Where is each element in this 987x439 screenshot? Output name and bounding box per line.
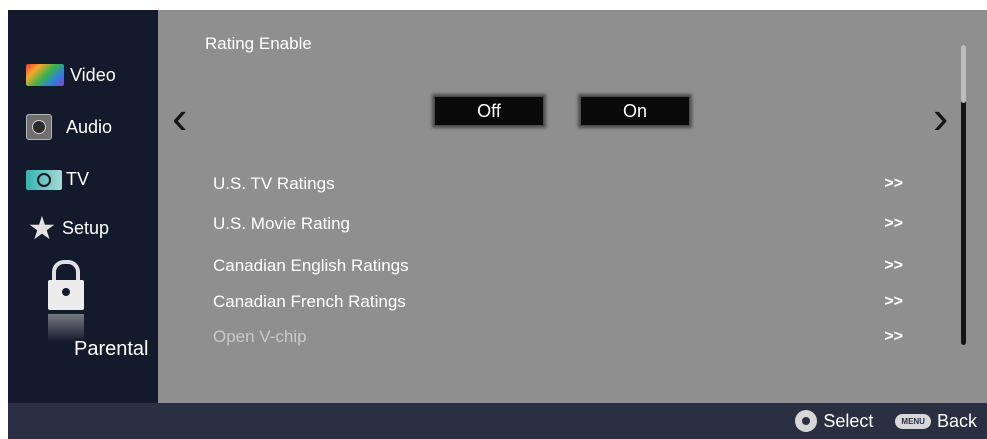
sidebar-item-label: Setup [62,217,110,238]
list-item-label: U.S. Movie Rating [213,214,350,233]
footer-hints: Select MENU Back [795,403,977,439]
right-arrow-icon[interactable]: › [933,94,948,140]
sidebar-item-label: Parental [74,338,149,361]
list-item-us-movie-rating[interactable]: U.S. Movie Rating >> [213,211,903,237]
select-dpad-icon [795,410,818,432]
list-item-label: U.S. TV Ratings [213,174,335,193]
list-item-label: Canadian English Ratings [213,256,409,275]
list-item-label: Canadian French Ratings [213,292,406,311]
sidebar-item-video[interactable]: Video [26,64,116,86]
sidebar: Video Audio TV ★ Setup Parental [8,10,158,403]
lock-body [48,280,84,310]
tv-icon [26,169,62,190]
double-chevron-icon: >> [884,175,903,192]
double-chevron-icon: >> [884,257,903,274]
list-item-us-tv-ratings[interactable]: U.S. TV Ratings >> [213,171,903,197]
video-icon [26,64,64,86]
select-hint: Select [823,410,874,431]
tv-menu-frame: Video Audio TV ★ Setup Parental Rating E… [8,10,987,439]
sidebar-item-parental[interactable]: Parental [48,260,158,370]
footer-bar: Select MENU Back [8,403,987,439]
lock-icon [52,260,80,282]
parental-panel: Rating Enable ‹ › Off On U.S. TV Ratings… [158,10,987,403]
off-button[interactable]: Off [434,96,544,126]
list-item-canadian-french-ratings[interactable]: Canadian French Ratings >> [213,289,903,315]
sidebar-item-setup[interactable]: ★ Setup [26,212,109,244]
sidebar-item-label: TV [66,169,90,189]
list-item-canadian-english-ratings[interactable]: Canadian English Ratings >> [213,253,903,279]
list-item-open-v-chip[interactable]: Open V-chip >> [213,324,903,350]
sidebar-item-label: Audio [66,116,113,137]
star-icon: ★ [27,210,57,246]
sidebar-item-audio[interactable]: Audio [26,114,112,140]
back-hint: Back [936,410,977,431]
sidebar-item-label: Video [70,64,116,85]
rating-enable-title: Rating Enable [205,34,312,53]
scroll-thumb[interactable] [961,45,966,103]
sidebar-item-tv[interactable]: TV [26,169,89,190]
double-chevron-icon: >> [884,328,903,345]
left-arrow-icon[interactable]: ‹ [172,94,187,140]
menu-button-icon: MENU [895,413,931,429]
on-button[interactable]: On [580,96,690,126]
double-chevron-icon: >> [884,215,903,232]
double-chevron-icon: >> [884,293,903,310]
scrollbar[interactable] [961,45,966,345]
list-item-label: Open V-chip [213,327,307,346]
speaker-icon [26,114,52,140]
